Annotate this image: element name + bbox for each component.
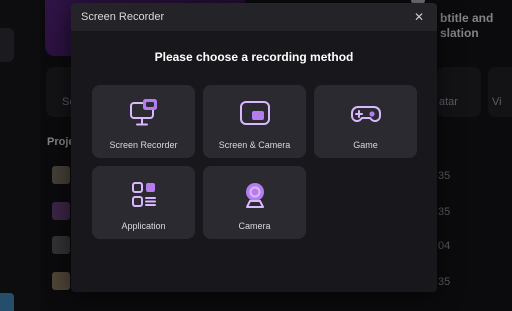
dialog-header: Screen Recorder ✕ (71, 3, 437, 31)
close-button[interactable]: ✕ (411, 9, 427, 25)
option-label: Screen & Camera (218, 140, 291, 150)
screen-recorder-dialog: Screen Recorder ✕ Please choose a record… (71, 3, 437, 292)
option-screen-camera[interactable]: Screen & Camera (203, 85, 306, 158)
option-camera[interactable]: Camera (203, 166, 306, 239)
option-screen-recorder[interactable]: Screen Recorder (92, 85, 195, 158)
close-icon: ✕ (413, 10, 425, 24)
webcam-icon (239, 179, 271, 211)
option-application[interactable]: Application (92, 166, 195, 239)
gamepad-icon (350, 98, 382, 130)
dialog-title: Screen Recorder (81, 11, 165, 23)
screen-recorder-icon (128, 98, 160, 130)
option-label: Application (121, 221, 166, 231)
dialog-heading: Please choose a recording method (154, 50, 354, 64)
option-label: Game (353, 140, 378, 150)
option-label: Screen Recorder (109, 140, 178, 150)
application-grid-icon (128, 179, 160, 211)
option-label: Camera (238, 221, 271, 231)
option-game[interactable]: Game (314, 85, 417, 158)
screen-camera-icon (239, 98, 271, 130)
